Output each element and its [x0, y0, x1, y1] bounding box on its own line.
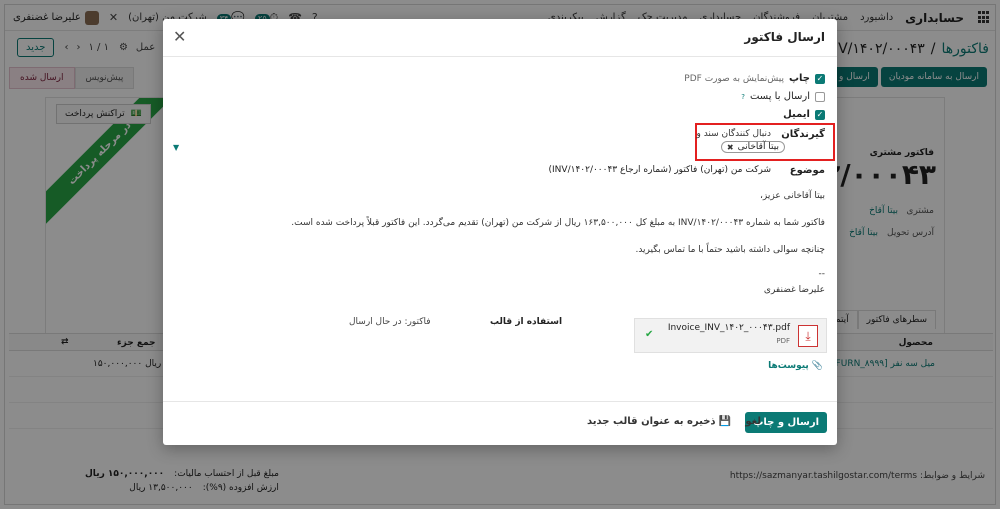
- check-icon: ✔: [645, 329, 654, 340]
- modal-title: ارسال فاکتور: [744, 30, 825, 44]
- email-label: ایمیل: [783, 109, 810, 120]
- remove-tag-icon[interactable]: ✖: [727, 143, 734, 152]
- send-invoice-dialog: ارسال فاکتور ✕ ✓ چاپ پیش‌نمایش به صورت P…: [163, 19, 837, 445]
- template-label: استفاده از قالب: [490, 317, 563, 327]
- post-label: ارسال با پست: [749, 91, 810, 102]
- print-checkbox[interactable]: ✓: [815, 73, 825, 84]
- body-signature[interactable]: علیرضا غضنفری: [764, 285, 825, 295]
- chevron-down-icon[interactable]: ▼: [173, 143, 179, 152]
- save-icon: 💾: [718, 416, 731, 427]
- recipient-tag-label: بیتا آقاخانی: [737, 142, 779, 152]
- body-line1[interactable]: فاکتور شما به شماره INV/۱۴۰۲/۰۰۰۴۳ به مب…: [291, 218, 825, 228]
- option-print[interactable]: ✓ چاپ پیش‌نمایش به صورت PDF: [684, 73, 825, 84]
- subject-label: موضوع: [789, 165, 825, 176]
- body-line2[interactable]: چنانچه سوالی داشته باشید حتماً با ما تما…: [635, 245, 825, 255]
- body-greeting[interactable]: بیتا آقاخانی عزیز،: [760, 191, 825, 201]
- save-template-label: ذخیره به عنوان قالب جدید: [586, 416, 716, 427]
- template-select[interactable]: فاکتور: در حال ارسال: [349, 317, 431, 327]
- modal-header: ارسال فاکتور ✕: [163, 19, 837, 57]
- paperclip-icon: 📎: [811, 361, 823, 371]
- cancel-button[interactable]: لغو: [745, 416, 761, 427]
- help-icon[interactable]: ?: [741, 93, 745, 101]
- close-icon[interactable]: ✕: [173, 27, 186, 46]
- attachments-label: پیوست‌ها: [768, 361, 809, 371]
- recipient-tag[interactable]: بیتا آقاخانی ✖: [720, 141, 785, 153]
- attachment-name: Invoice_INV_۱۴۰۲_۰۰۰۴۳.pdf: [667, 323, 790, 333]
- modal-footer: ارسال و چاپ لغو 💾 ذخیره به عنوان قالب جد…: [163, 401, 837, 445]
- save-template-button[interactable]: 💾 ذخیره به عنوان قالب جدید: [587, 416, 731, 427]
- attachment-type: PDF: [776, 337, 790, 345]
- body-separator[interactable]: --: [819, 269, 826, 279]
- recipients-label: گیرندگان: [781, 129, 825, 140]
- option-email[interactable]: ✓ ایمیل: [783, 109, 825, 120]
- subject-field[interactable]: شرکت من (تهران) فاکتور (شماره ارجاع INV/…: [549, 165, 771, 175]
- print-label: چاپ: [788, 73, 810, 84]
- followers-text: دنبال کنندگان سند و: [696, 129, 772, 139]
- attachments-button[interactable]: 📎 پیوست‌ها: [768, 361, 823, 371]
- option-post[interactable]: ارسال با پست ?: [741, 91, 825, 102]
- pdf-icon: ⤓: [798, 325, 818, 347]
- print-sublabel: پیش‌نمایش به صورت PDF: [684, 73, 784, 84]
- post-checkbox[interactable]: [815, 91, 825, 102]
- email-checkbox[interactable]: ✓: [815, 109, 825, 120]
- attachment-card[interactable]: ⤓ Invoice_INV_۱۴۰۲_۰۰۰۴۳.pdf PDF ✔: [634, 318, 827, 353]
